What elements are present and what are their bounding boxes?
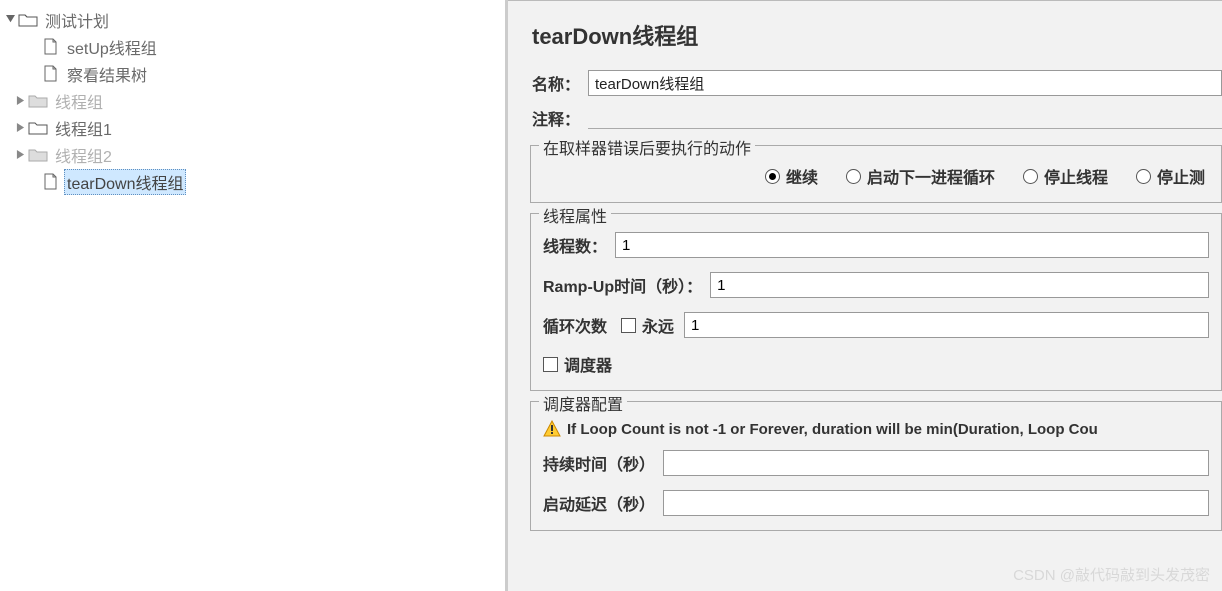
radio-icon [1023, 169, 1038, 184]
forever-checkbox[interactable] [621, 318, 636, 333]
radio-stop-test[interactable]: 停止测 [1136, 164, 1205, 188]
error-action-fieldset: 在取样器错误后要执行的动作 继续 启动下一进程循环 停止线程 停止测 [530, 145, 1222, 203]
name-input[interactable] [588, 70, 1222, 96]
expander-closed-icon[interactable] [14, 149, 26, 161]
name-label: 名称： [532, 71, 580, 95]
expander-closed-icon[interactable] [14, 122, 26, 134]
forever-label: 永远 [642, 313, 674, 337]
tree-item[interactable]: 线程组2 [4, 141, 505, 168]
file-icon [40, 39, 60, 55]
folder-icon [28, 120, 48, 136]
radio-continue[interactable]: 继续 [765, 164, 818, 188]
tree-root-label: 测试计划 [42, 8, 112, 32]
folder-open-icon [18, 12, 38, 28]
comment-label: 注释： [532, 106, 580, 130]
tree-panel: 测试计划 setUp线程组 察看结果树 线程组 [0, 0, 508, 591]
tree-item-label: 线程组1 [52, 116, 115, 140]
scheduler-label: 调度器 [564, 352, 612, 376]
delay-input[interactable] [663, 490, 1209, 516]
duration-label: 持续时间（秒） [543, 451, 655, 475]
loop-label: 循环次数 [543, 313, 607, 337]
radio-icon [765, 169, 780, 184]
tree-item-selected[interactable]: tearDown线程组 [4, 168, 505, 195]
error-action-legend: 在取样器错误后要执行的动作 [539, 135, 755, 159]
tree-item-label: setUp线程组 [64, 35, 160, 59]
comment-input[interactable] [588, 107, 1222, 129]
content-panel: tearDown线程组 名称： 注释： 在取样器错误后要执行的动作 继续 启动下… [508, 0, 1222, 591]
ramp-label: Ramp-Up时间（秒）： [543, 273, 702, 297]
tree-root[interactable]: 测试计划 [4, 6, 505, 33]
warning-icon [543, 420, 561, 438]
threads-input[interactable] [615, 232, 1209, 258]
threads-label: 线程数： [543, 233, 607, 257]
tree-item[interactable]: 察看结果树 [4, 60, 505, 87]
tree-item[interactable]: 线程组1 [4, 114, 505, 141]
tree-item-label: tearDown线程组 [64, 169, 186, 195]
scheduler-fieldset: 调度器配置 If Loop Count is not -1 or Forever… [530, 401, 1222, 531]
delay-label: 启动延迟（秒） [543, 491, 655, 515]
folder-icon [28, 93, 48, 109]
radio-icon [846, 169, 861, 184]
expander-open-icon[interactable] [4, 14, 16, 26]
tree-item[interactable]: setUp线程组 [4, 33, 505, 60]
page-title: tearDown线程组 [508, 1, 1222, 65]
warning-text: If Loop Count is not -1 or Forever, dura… [567, 421, 1098, 438]
ramp-input[interactable] [710, 272, 1209, 298]
file-icon [40, 66, 60, 82]
scheduler-checkbox[interactable] [543, 357, 558, 372]
radio-stop-thread[interactable]: 停止线程 [1023, 164, 1108, 188]
folder-icon [28, 147, 48, 163]
tree-item-label: 线程组2 [52, 143, 115, 167]
tree-item-label: 察看结果树 [64, 62, 150, 86]
duration-input[interactable] [663, 450, 1209, 476]
expander-closed-icon[interactable] [14, 95, 26, 107]
thread-props-legend: 线程属性 [539, 203, 611, 227]
file-icon [40, 174, 60, 190]
radio-icon [1136, 169, 1151, 184]
tree-item[interactable]: 线程组 [4, 87, 505, 114]
radio-next-loop[interactable]: 启动下一进程循环 [846, 164, 995, 188]
thread-props-fieldset: 线程属性 线程数： Ramp-Up时间（秒）： 循环次数 永远 调度器 [530, 213, 1222, 391]
tree-item-label: 线程组 [52, 89, 106, 113]
loop-input[interactable] [684, 312, 1209, 338]
scheduler-legend: 调度器配置 [539, 391, 627, 415]
